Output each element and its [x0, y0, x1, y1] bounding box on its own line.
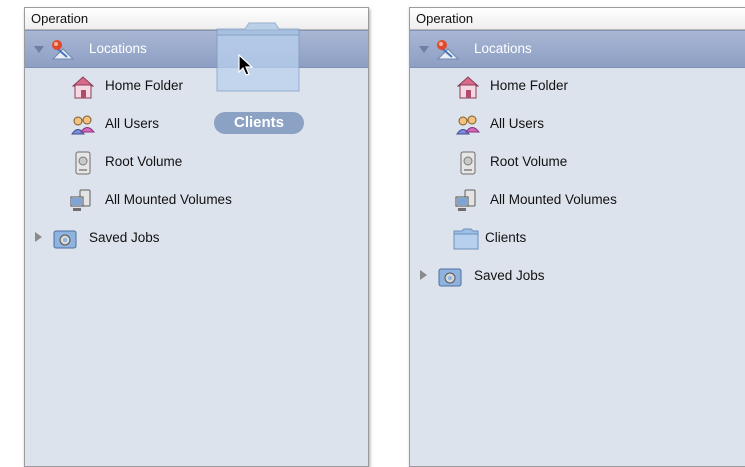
root-volume-icon: [75, 151, 91, 175]
tree-row-all-users[interactable]: All Users: [25, 106, 368, 144]
tree-row-saved-jobs[interactable]: Saved Jobs: [410, 258, 745, 296]
dragged-folder-icon: [216, 22, 300, 92]
tree-label-saved-jobs: Saved Jobs: [474, 268, 545, 283]
tree-row-root-volume[interactable]: Root Volume: [410, 144, 745, 182]
column-header: Operation: [25, 8, 368, 30]
tree-label-home-folder: Home Folder: [490, 78, 569, 93]
tree-row-clients[interactable]: Clients: [410, 220, 745, 258]
mounted-volumes-icon: [70, 189, 91, 211]
disclosure-closed-icon[interactable]: [35, 232, 42, 242]
mounted-volumes-icon: [455, 189, 476, 211]
all-users-icon: [456, 115, 481, 135]
tree-row-all-mounted-volumes[interactable]: All Mounted Volumes: [410, 182, 745, 220]
disclosure-closed-icon[interactable]: [420, 270, 427, 280]
tree-label-all-users: All Users: [490, 116, 545, 131]
tree-row-all-users[interactable]: All Users: [410, 106, 745, 144]
root-volume-icon: [460, 151, 476, 175]
tree-row-locations[interactable]: Locations: [410, 30, 745, 68]
home-folder-icon: [456, 76, 480, 99]
tree-label-home-folder: Home Folder: [105, 78, 184, 93]
tree-label-locations: Locations: [89, 41, 147, 56]
tree-label-root-volume: Root Volume: [490, 154, 568, 169]
tree-row-home-folder[interactable]: Home Folder: [410, 68, 745, 106]
disclosure-open-icon[interactable]: [419, 46, 429, 53]
tree-label-clients: Clients: [485, 230, 527, 245]
home-folder-icon: [71, 76, 95, 99]
saved-jobs-icon: [438, 268, 462, 287]
tree-row-locations[interactable]: Locations: [25, 30, 368, 68]
operation-panel-after: Operation Locations Home Folder All User…: [409, 7, 745, 467]
mouse-cursor-icon: [238, 54, 254, 76]
drag-label-clients: Clients: [214, 112, 304, 134]
tree-label-all-mounted-volumes: All Mounted Volumes: [490, 192, 617, 207]
tree-row-saved-jobs[interactable]: Saved Jobs: [25, 220, 368, 258]
tree-label-locations: Locations: [474, 41, 532, 56]
tree-row-home-folder[interactable]: Home Folder: [25, 68, 368, 106]
folder-icon: [453, 228, 479, 250]
saved-jobs-icon: [53, 230, 77, 249]
tree-label-all-mounted-volumes: All Mounted Volumes: [105, 192, 232, 207]
locations-icon: [436, 40, 460, 60]
tree-label-root-volume: Root Volume: [105, 154, 183, 169]
tree-label-saved-jobs: Saved Jobs: [89, 230, 160, 245]
column-header: Operation: [410, 8, 745, 30]
locations-icon: [51, 40, 75, 60]
tree-label-all-users: All Users: [105, 116, 160, 131]
all-users-icon: [71, 115, 96, 135]
tree-row-root-volume[interactable]: Root Volume: [25, 144, 368, 182]
operation-panel-before: Operation Locations Home Folder All User…: [24, 7, 369, 467]
tree-row-all-mounted-volumes[interactable]: All Mounted Volumes: [25, 182, 368, 220]
disclosure-open-icon[interactable]: [34, 46, 44, 53]
